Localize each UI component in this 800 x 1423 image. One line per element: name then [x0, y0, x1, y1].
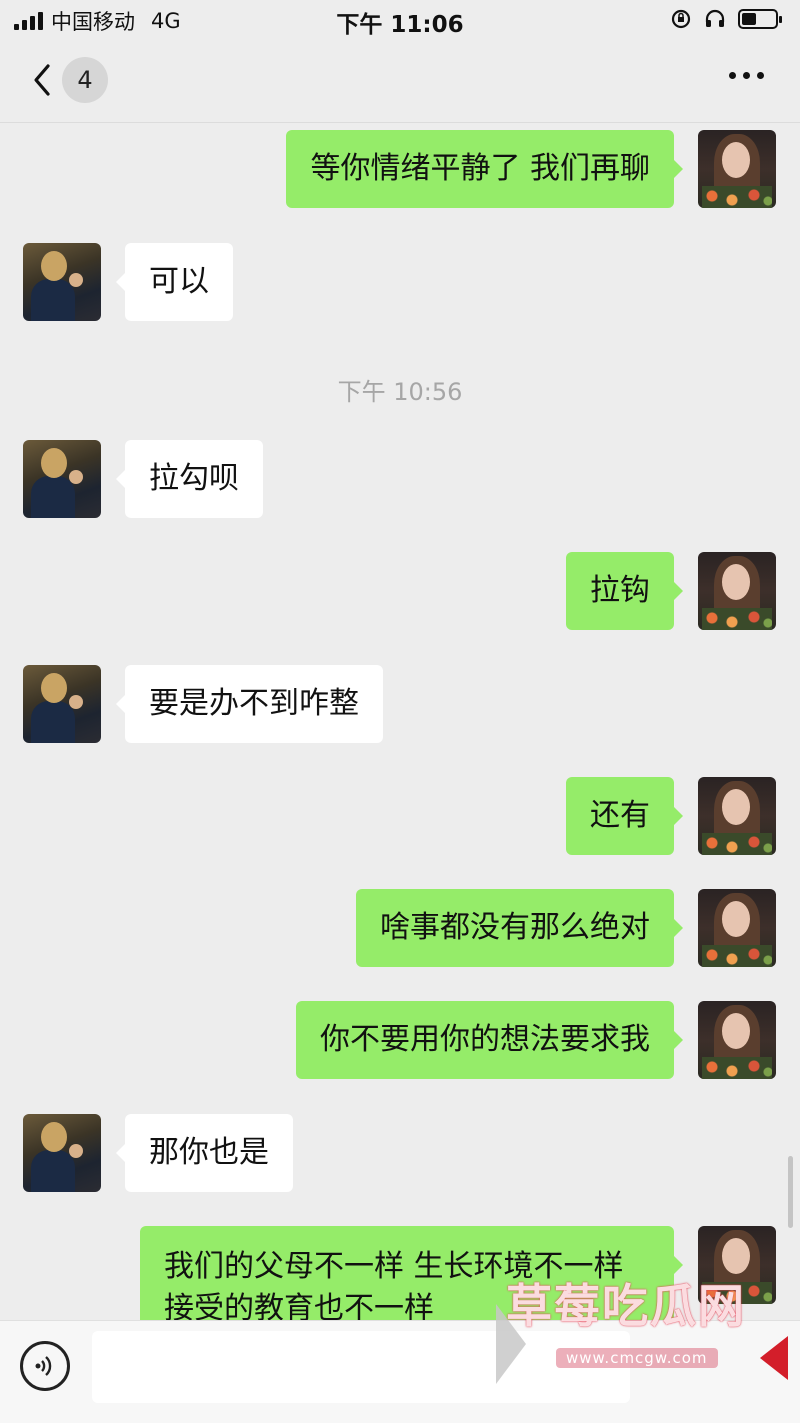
- my-avatar[interactable]: [698, 1001, 776, 1079]
- time-divider: 下午 10:56: [337, 378, 463, 406]
- message-sent[interactable]: 等你情绪平静了 我们再聊: [286, 130, 683, 208]
- message-received[interactable]: 拉勾呗: [116, 440, 263, 518]
- chat-header: 4: [0, 40, 800, 123]
- my-avatar[interactable]: [698, 889, 776, 967]
- message-sent[interactable]: 你不要用你的想法要求我: [296, 1001, 683, 1079]
- more-options-icon[interactable]: [729, 72, 764, 79]
- battery-icon: [738, 9, 782, 29]
- watermark-shape: [760, 1336, 788, 1380]
- message-list[interactable]: 等你情绪平静了 我们再聊 可以 下午 10:56 拉勾呗 拉钩 要是办不到咋整 …: [0, 122, 800, 1320]
- my-avatar[interactable]: [698, 777, 776, 855]
- back-chevron-icon[interactable]: [28, 60, 58, 100]
- contact-avatar[interactable]: [23, 440, 101, 518]
- headphones-icon: [705, 9, 725, 27]
- my-avatar[interactable]: [698, 130, 776, 208]
- message-received[interactable]: 那你也是: [116, 1114, 293, 1192]
- my-avatar[interactable]: [698, 552, 776, 630]
- status-right: [670, 8, 782, 30]
- message-sent[interactable]: 啥事都没有那么绝对: [356, 889, 683, 967]
- message-sent[interactable]: 还有: [566, 777, 683, 855]
- watermark: 草莓吃瓜网 www.cmcgw.com: [496, 1270, 796, 1390]
- voice-input-button[interactable]: [20, 1341, 70, 1391]
- contact-avatar[interactable]: [23, 665, 101, 743]
- message-received[interactable]: 可以: [116, 243, 233, 321]
- watermark-url: www.cmcgw.com: [556, 1348, 718, 1368]
- contact-avatar[interactable]: [23, 1114, 101, 1192]
- orientation-lock-icon: [671, 9, 691, 29]
- contact-avatar[interactable]: [23, 243, 101, 321]
- watermark-text: 草莓吃瓜网: [506, 1279, 746, 1333]
- status-bar: 中国移动 4G 下午 11:06: [0, 0, 800, 40]
- unread-count-badge[interactable]: 4: [62, 57, 108, 103]
- scrollbar[interactable]: [788, 1156, 793, 1228]
- message-received[interactable]: 要是办不到咋整: [116, 665, 383, 743]
- message-sent[interactable]: 拉钩: [566, 552, 683, 630]
- voice-icon: [35, 1356, 52, 1376]
